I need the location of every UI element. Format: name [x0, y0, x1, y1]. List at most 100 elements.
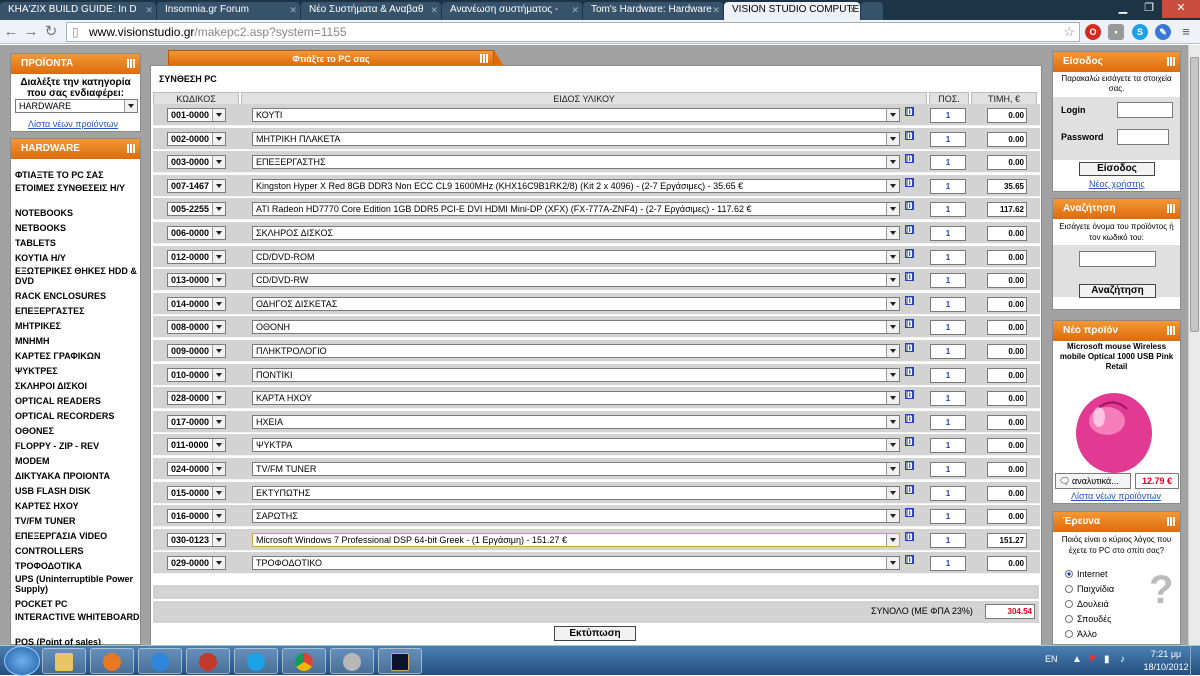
- dropdown-arrow-icon[interactable]: [886, 463, 899, 475]
- quantity-input[interactable]: 1: [930, 296, 966, 312]
- code-select[interactable]: 010-0000: [167, 367, 226, 382]
- info-icon[interactable]: [i]: [905, 154, 914, 164]
- tab-close-icon[interactable]: ✕: [430, 2, 438, 18]
- details-button[interactable]: 🗨 αναλυτικά...: [1055, 473, 1131, 489]
- code-select[interactable]: 003-0000: [167, 155, 226, 170]
- category-link[interactable]: ΕΤΟΙΜΕΣ ΣΥΝΘΕΣΕΙΣ Η/Υ: [11, 183, 140, 206]
- dropdown-arrow-icon[interactable]: [212, 109, 225, 121]
- taskbar-explorer[interactable]: [42, 648, 86, 674]
- info-icon[interactable]: [i]: [905, 343, 914, 352]
- dropdown-arrow-icon[interactable]: [212, 227, 225, 239]
- category-link[interactable]: ΣΚΛΗΡΟΙ ΔΙΣΚΟΙ: [11, 379, 140, 394]
- taskbar-media-player[interactable]: [90, 648, 134, 674]
- item-select[interactable]: Kingston Hyper X Red 8GB DDR3 Non ECC CL…: [252, 178, 900, 193]
- dropdown-arrow-icon[interactable]: [886, 321, 899, 334]
- quantity-input[interactable]: 1: [930, 438, 966, 454]
- info-icon[interactable]: [i]: [905, 201, 914, 211]
- dropdown-arrow-icon[interactable]: [124, 100, 137, 112]
- taskbar-ie[interactable]: [138, 648, 182, 674]
- item-select[interactable]: ΚΟΥΤΙ: [252, 108, 900, 122]
- code-select[interactable]: 015-0000: [167, 485, 226, 500]
- item-select[interactable]: ΟΘΟΝΗ: [252, 320, 900, 335]
- item-select[interactable]: ΣΚΛΗΡΟΣ ΔΙΣΚΟΣ: [252, 226, 900, 240]
- taskbar-league[interactable]: [378, 648, 422, 674]
- info-icon[interactable]: [i]: [905, 319, 914, 329]
- item-select[interactable]: ΠΛΗΚΤΡΟΛΟΓΙΟ: [252, 344, 900, 358]
- code-select[interactable]: 005-2255: [167, 202, 226, 217]
- dropdown-arrow-icon[interactable]: [212, 510, 225, 523]
- dropdown-arrow-icon[interactable]: [212, 392, 225, 405]
- dropdown-arrow-icon[interactable]: [886, 156, 899, 169]
- item-select[interactable]: ΠΟΝΤΙΚΙ: [252, 367, 900, 382]
- dropdown-arrow-icon[interactable]: [212, 297, 225, 310]
- item-select[interactable]: CD/DVD-ROM: [252, 249, 900, 264]
- clock-date[interactable]: 18/10/2012: [1142, 662, 1190, 672]
- info-icon[interactable]: [i]: [905, 413, 914, 423]
- dropdown-arrow-icon[interactable]: [212, 533, 225, 546]
- info-icon[interactable]: [i]: [905, 437, 914, 447]
- info-icon[interactable]: [i]: [905, 107, 914, 116]
- category-link[interactable]: ΔΙΚΤΥΑΚΑ ΠΡΟΙΟΝΤΑ: [11, 469, 140, 484]
- code-select[interactable]: 013-0000: [167, 273, 226, 288]
- show-desktop-button[interactable]: [1190, 646, 1200, 676]
- new-tab-button[interactable]: [861, 2, 883, 20]
- radio-button[interactable]: [1065, 570, 1073, 578]
- quantity-input[interactable]: 1: [930, 414, 966, 430]
- category-link[interactable]: NOTEBOOKS: [11, 206, 140, 221]
- radio-button[interactable]: [1065, 600, 1073, 608]
- dropdown-arrow-icon[interactable]: [886, 203, 899, 216]
- code-select[interactable]: 008-0000: [167, 320, 226, 335]
- dropdown-arrow-icon[interactable]: [886, 227, 899, 239]
- dropdown-arrow-icon[interactable]: [886, 132, 899, 145]
- dropdown-arrow-icon[interactable]: [212, 203, 225, 216]
- radio-button[interactable]: [1065, 615, 1073, 623]
- info-icon[interactable]: [i]: [905, 272, 914, 282]
- dropdown-arrow-icon[interactable]: [886, 557, 899, 570]
- quantity-input[interactable]: 1: [930, 532, 966, 548]
- code-select[interactable]: 029-0000: [167, 556, 226, 571]
- radio-button[interactable]: [1065, 585, 1073, 593]
- category-link[interactable]: OPTICAL READERS: [11, 394, 140, 409]
- flag-icon[interactable]: ⚑: [1088, 654, 1097, 665]
- search-button[interactable]: Αναζήτηση: [1079, 284, 1156, 298]
- close-window-icon[interactable]: ✕: [1162, 0, 1200, 18]
- code-select[interactable]: 002-0000: [167, 131, 226, 146]
- quantity-input[interactable]: 1: [930, 108, 966, 123]
- item-select[interactable]: ΚΑΡΤΑ ΗΧΟΥ: [252, 391, 900, 406]
- dropdown-arrow-icon[interactable]: [886, 274, 899, 287]
- quantity-input[interactable]: 1: [930, 391, 966, 407]
- quantity-input[interactable]: 1: [930, 320, 966, 336]
- item-select[interactable]: Microsoft Windows 7 Professional DSP 64-…: [252, 532, 900, 547]
- browser-tab[interactable]: Ανανέωση συστήματος - ✕: [442, 2, 582, 20]
- dropdown-arrow-icon[interactable]: [212, 156, 225, 169]
- category-link[interactable]: ΕΞΩΤΕΡΙΚΕΣ ΘΗΚΕΣ HDD & DVD: [11, 266, 140, 289]
- password-field[interactable]: [1117, 129, 1169, 145]
- url-input[interactable]: ▯ www.visionstudio.gr/makepc2.asp?system=…: [66, 22, 1080, 42]
- dropdown-arrow-icon[interactable]: [212, 179, 225, 192]
- taskbar-disc[interactable]: [330, 648, 374, 674]
- category-link[interactable]: UPS (Uninterruptible Power Supply): [11, 574, 140, 597]
- info-icon[interactable]: [i]: [905, 248, 914, 258]
- quantity-input[interactable]: 1: [930, 226, 966, 241]
- dropdown-arrow-icon[interactable]: [886, 297, 899, 310]
- bookmark-star-icon[interactable]: ☆: [1063, 23, 1075, 41]
- item-select[interactable]: ΕΚΤΥΠΩΤΗΣ: [252, 485, 900, 500]
- code-select[interactable]: 001-0000: [167, 108, 226, 122]
- opera-extension-icon[interactable]: O: [1085, 24, 1101, 40]
- category-link[interactable]: USB FLASH DISK: [11, 484, 140, 499]
- category-link[interactable]: ΚΟΥΤΙΑ Η/Υ: [11, 251, 140, 266]
- item-select[interactable]: ΨΥΚΤΡΑ: [252, 438, 900, 453]
- reload-icon[interactable]: ↻: [42, 23, 60, 41]
- browser-tab[interactable]: Νέο Συστήματα & Αναβαθ ✕: [301, 2, 441, 20]
- info-icon[interactable]: [i]: [905, 508, 914, 518]
- dropdown-arrow-icon[interactable]: [886, 179, 899, 192]
- quantity-input[interactable]: 1: [930, 178, 966, 194]
- category-link[interactable]: ΚΑΡΤΕΣ ΗΧΟΥ: [11, 499, 140, 514]
- dropdown-arrow-icon[interactable]: [212, 368, 225, 381]
- category-link[interactable]: RACK ENCLOSURES: [11, 289, 140, 304]
- dropdown-arrow-icon[interactable]: [212, 132, 225, 145]
- quantity-input[interactable]: 1: [930, 249, 966, 265]
- info-icon[interactable]: [i]: [905, 225, 914, 234]
- print-button[interactable]: Εκτύπωση: [554, 626, 636, 641]
- tab-close-icon[interactable]: ✕: [849, 2, 857, 18]
